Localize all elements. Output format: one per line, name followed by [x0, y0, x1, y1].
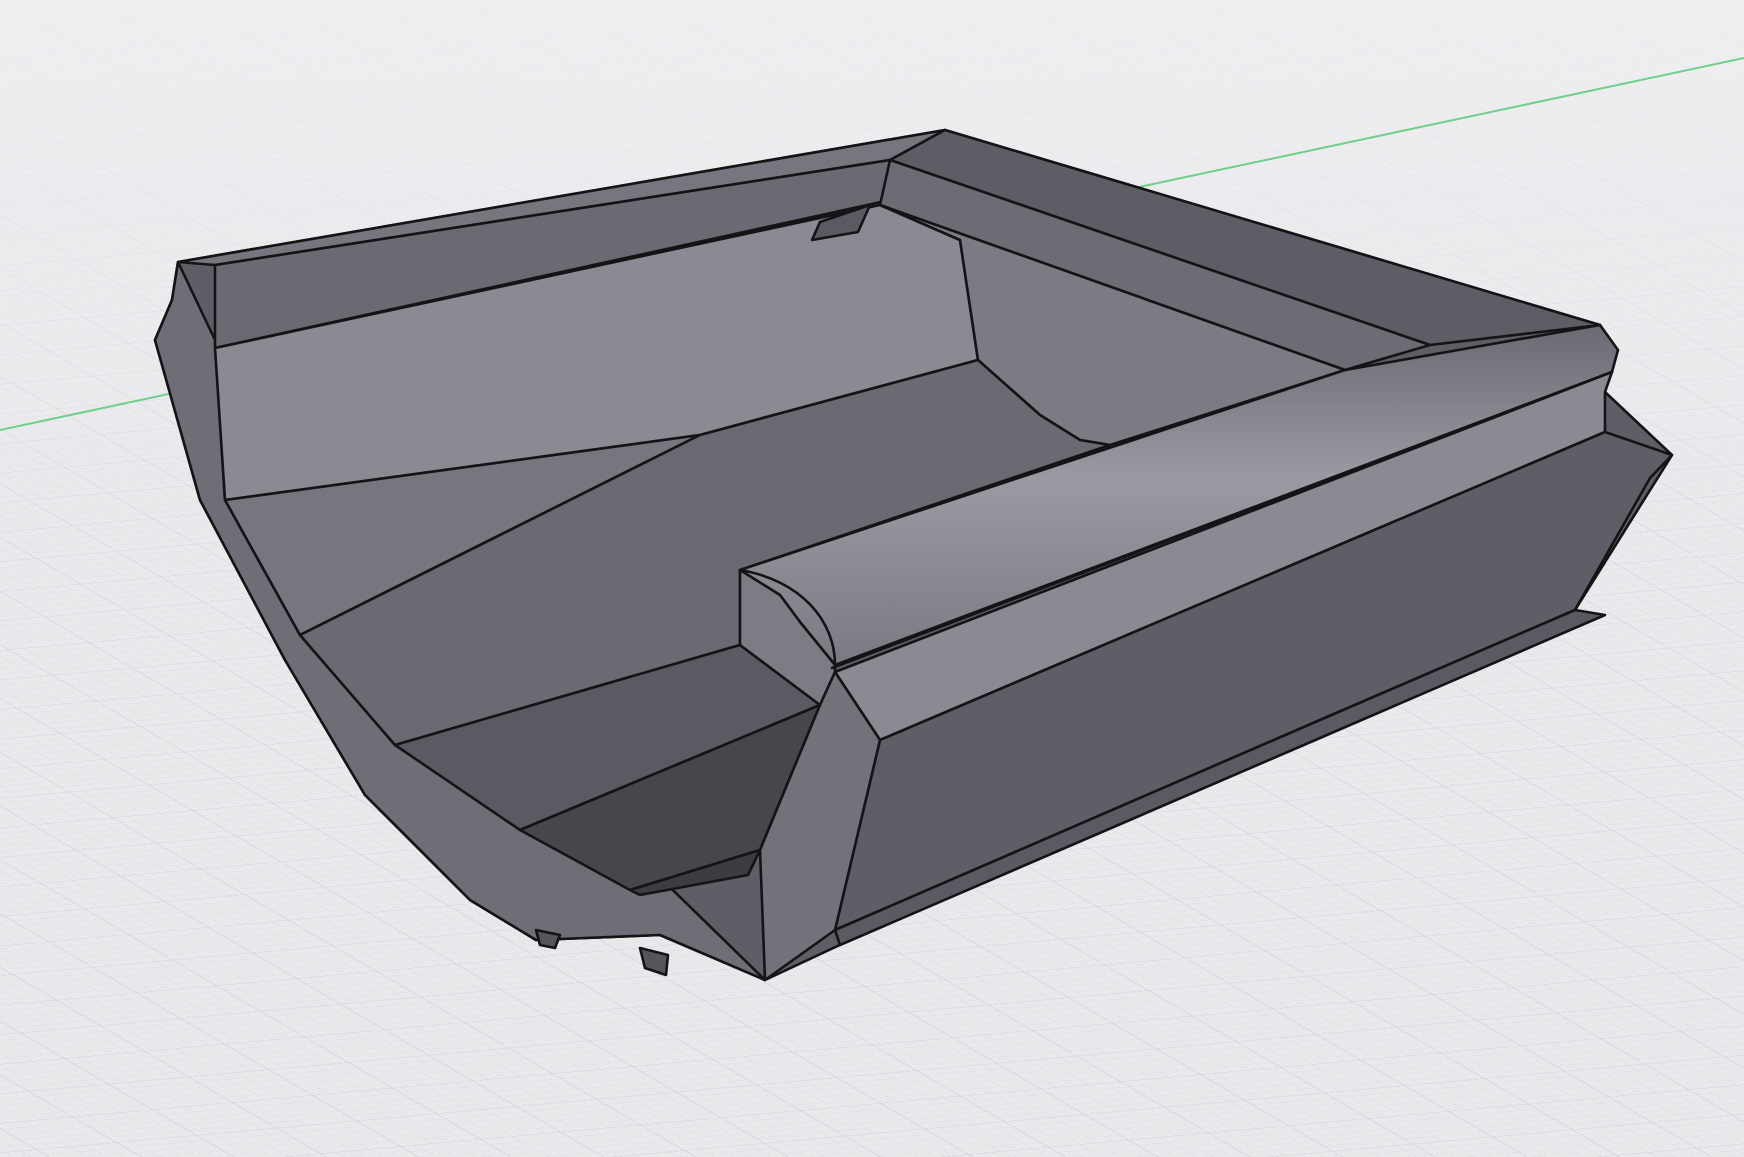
3d-viewport[interactable]	[0, 0, 1744, 1157]
